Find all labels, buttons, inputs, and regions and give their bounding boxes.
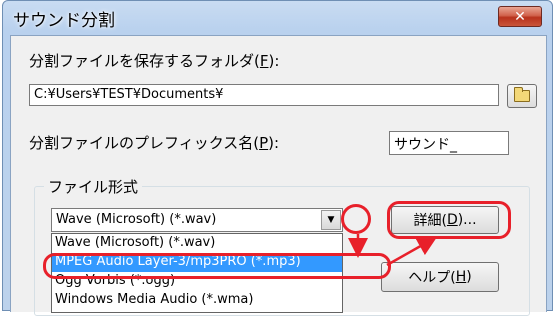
annotation-arrow-to-detail [386, 236, 438, 267]
dialog-window: サウンド分割 ✕ 分割ファイルを保存するフォルダ(F): C:¥Users¥TE… [2, 0, 553, 316]
annotation-arrows [348, 234, 438, 267]
